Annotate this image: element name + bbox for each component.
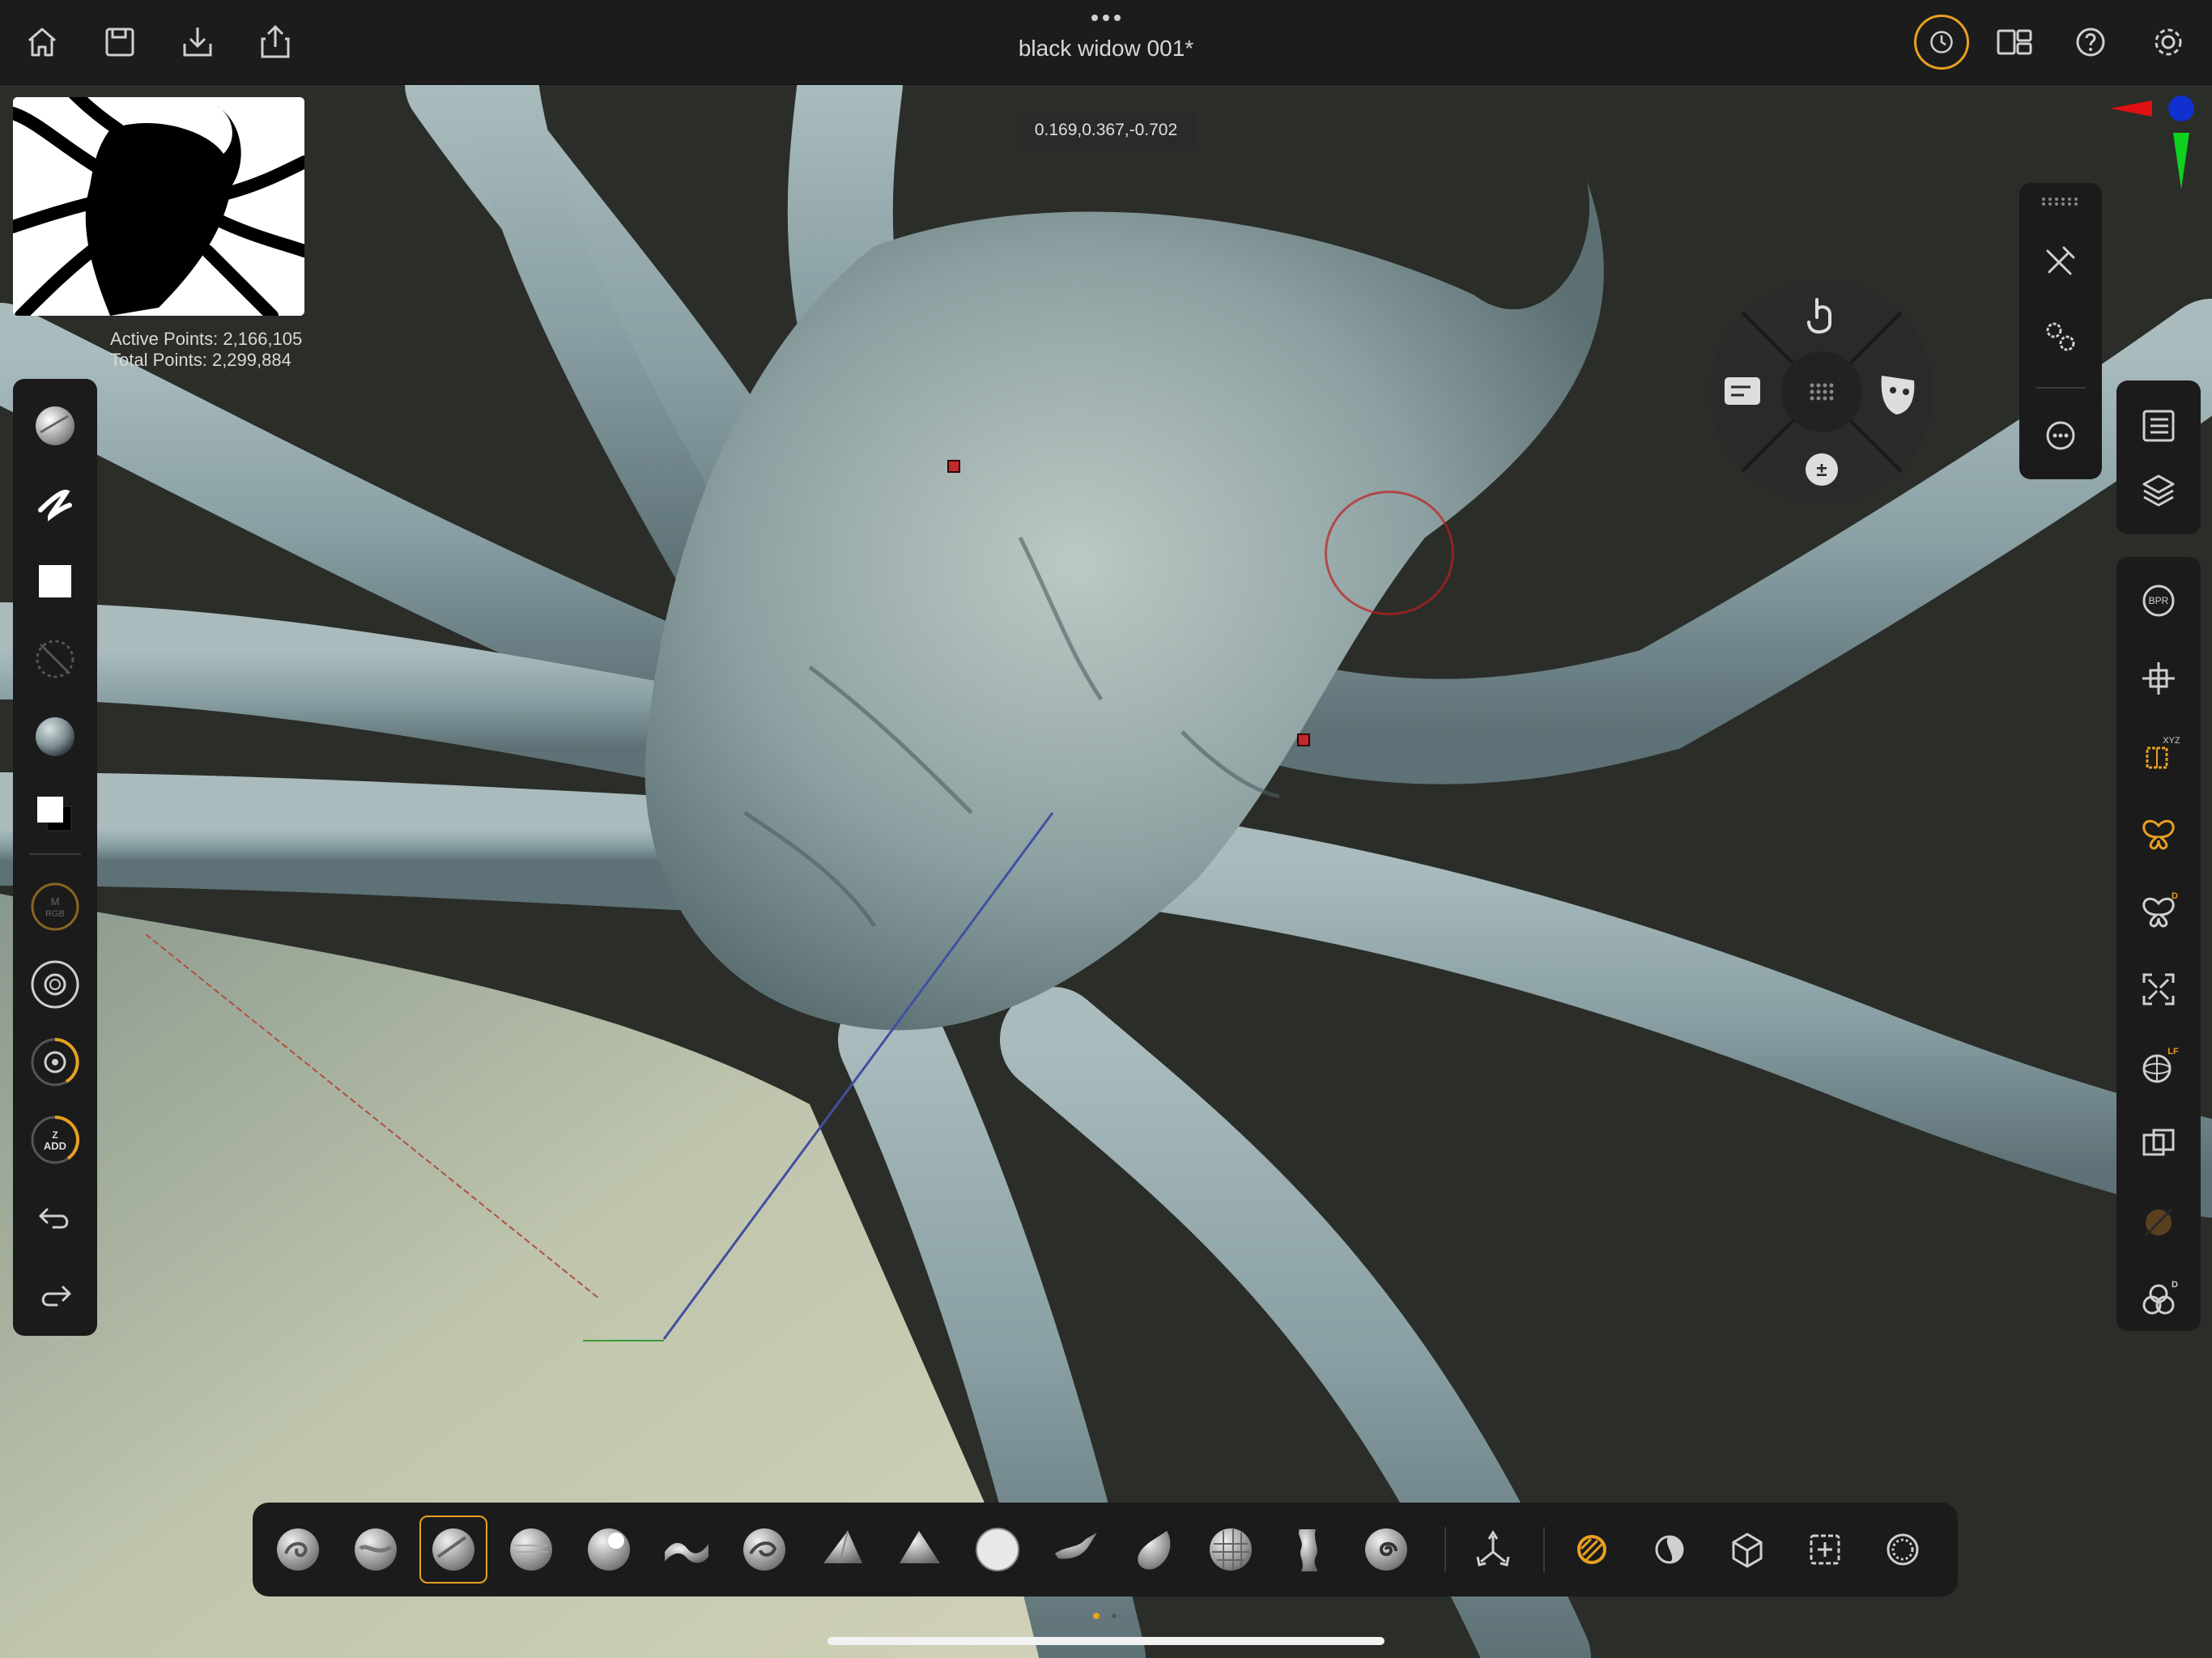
svg-text:M: M [51,895,60,908]
add-sub-icon: ± [1806,453,1838,486]
cube-icon[interactable] [1713,1516,1781,1584]
svg-text:RGB: RGB [45,909,65,919]
material-icon[interactable] [28,709,83,764]
gear-settings-icon[interactable] [2035,311,2087,363]
total-points: Total Points: 2,299,884 [110,350,291,370]
pinch-brush[interactable] [1119,1516,1187,1584]
dynamic-icon[interactable]: D [2133,886,2184,937]
svg-text:BPR: BPR [2149,595,2169,606]
standard-brush[interactable] [419,1516,487,1584]
undo-icon[interactable] [28,1190,83,1245]
color-swatch-icon[interactable] [28,787,83,842]
symmetry-icon[interactable] [2133,808,2184,860]
draw-size-icon[interactable] [28,957,83,1012]
menu-icon [1725,377,1760,405]
svg-text:LF: LF [2167,1047,2179,1056]
settings-icon[interactable] [2146,19,2191,65]
divider [1543,1527,1545,1572]
history-icon[interactable] [1914,15,1969,70]
divider [29,853,81,855]
right-toolbar: BPR XYZ D LF D [2116,557,2201,1331]
brush-material-icon[interactable] [28,398,83,453]
save-icon[interactable] [97,19,143,65]
right-toolbar-top [2116,380,2201,534]
blend-icon[interactable] [1869,1516,1937,1584]
contrast-icon[interactable] [1636,1516,1704,1584]
brush-toolbar [253,1503,1958,1596]
layers-icon[interactable] [2133,465,2184,517]
snakehook-brush[interactable] [1041,1516,1109,1584]
more-icon[interactable] [2035,410,2087,461]
trim-brush[interactable] [808,1516,876,1584]
panel-grip-icon[interactable] [2040,196,2081,207]
axis-gizmo[interactable] [2102,89,2199,194]
brush-cursor [1325,491,1454,615]
redo-icon[interactable] [28,1268,83,1323]
texture-disabled-icon[interactable] [28,631,83,687]
focal-shift-icon[interactable] [28,1035,83,1090]
transform-icon[interactable] [2133,653,2184,704]
svg-text:XYZ: XYZ [2163,736,2180,746]
smooth-brush[interactable] [497,1516,565,1584]
stroke-icon[interactable] [28,476,83,531]
z-add-icon[interactable]: Z ADD [28,1112,83,1167]
alpha-icon[interactable] [28,554,83,609]
xyz-icon[interactable]: XYZ [2133,730,2184,782]
transp-icon[interactable] [2133,1119,2184,1171]
frame-icon[interactable] [2133,963,2184,1015]
select-icon[interactable] [1791,1516,1859,1584]
point-marker [1297,733,1310,746]
clay-brush[interactable] [342,1516,410,1584]
clay-buildup-brush[interactable] [264,1516,332,1584]
point-marker [947,460,960,473]
svg-text:D: D [2172,891,2178,901]
divider [2035,387,2086,389]
polyframe-icon[interactable]: D [2133,1274,2184,1326]
home-indicator[interactable] [827,1637,1385,1645]
solo-icon[interactable] [2133,1197,2184,1248]
slice-brush[interactable] [1274,1516,1342,1584]
gizmo-icon[interactable] [1459,1516,1527,1584]
sphere-brush[interactable] [963,1516,1032,1584]
divider [1444,1527,1446,1572]
share-icon[interactable] [253,19,298,65]
inflate-brush[interactable] [575,1516,643,1584]
subtool-list-icon[interactable] [2133,400,2184,452]
point-stats: Active Points: 2,166,105 Total Points: 2… [110,329,302,371]
hpolish-brush[interactable] [886,1516,954,1584]
active-points: Active Points: 2,166,105 [110,329,303,349]
top-bar: black widow 001* [0,0,2212,85]
mask-brush[interactable] [1197,1516,1265,1584]
coordinate-readout: 0.169,0.367,-0.702 [1017,112,1195,149]
svg-text:Z: Z [52,1129,57,1141]
layout-icon[interactable] [1992,19,2037,65]
import-icon[interactable] [175,19,220,65]
svg-text:D: D [2172,1280,2178,1290]
silhouette-thumbnail[interactable] [13,97,304,316]
grip-icon[interactable] [1090,13,1122,23]
help-icon[interactable] [2068,19,2113,65]
spider-silhouette-icon [13,97,304,316]
tools-icon[interactable] [2035,235,2087,287]
bpr-icon[interactable]: BPR [2133,575,2184,627]
dam-standard-brush[interactable] [730,1516,798,1584]
svg-text:±: ± [1816,459,1827,481]
move-brush[interactable] [653,1516,721,1584]
left-toolbar: M RGB Z ADD [13,379,97,1336]
document-title[interactable]: black widow 001* [944,36,1268,62]
home-icon[interactable] [19,19,65,65]
page-indicator [1093,1613,1117,1619]
local-icon[interactable]: LF [2133,1041,2184,1093]
gesture-wheel[interactable]: ± [1708,278,1935,505]
mrgb-icon[interactable]: M RGB [28,879,83,934]
draw-mode-icon[interactable] [1558,1516,1626,1584]
svg-text:ADD: ADD [44,1140,66,1152]
floating-tool-panel [2019,183,2102,479]
spiral-brush[interactable] [1352,1516,1420,1584]
